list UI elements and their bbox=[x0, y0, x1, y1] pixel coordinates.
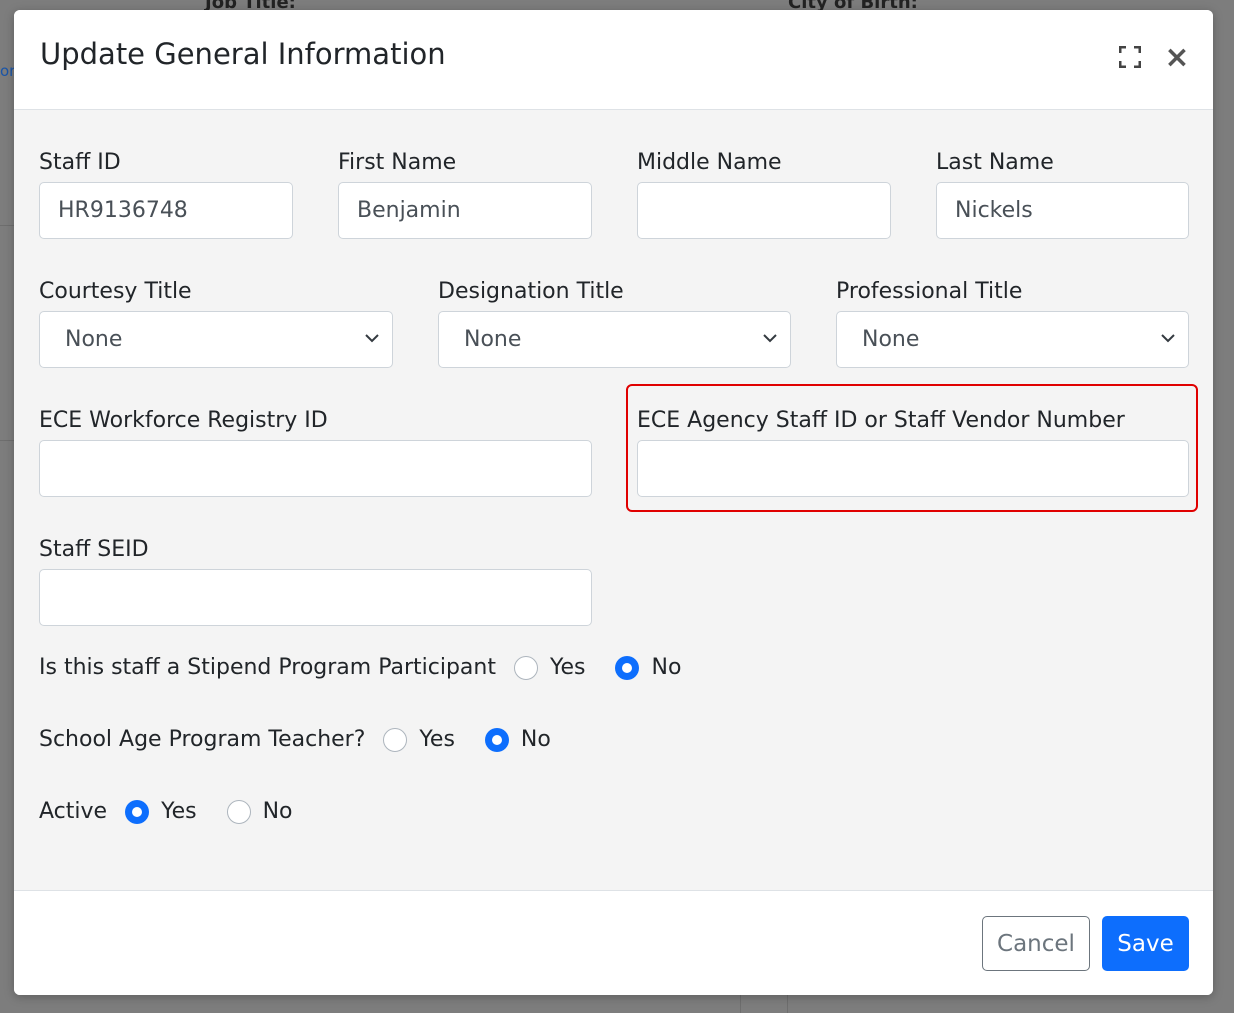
radio-checked-icon bbox=[484, 727, 509, 752]
stipend-no-label: No bbox=[651, 655, 682, 680]
radio-checked-icon bbox=[615, 655, 640, 680]
staff-seid-input[interactable] bbox=[39, 569, 592, 626]
radio-unchecked-icon bbox=[226, 799, 251, 824]
active-no-label: No bbox=[262, 799, 293, 824]
first-name-input[interactable] bbox=[338, 182, 592, 239]
courtesy-title-label: Courtesy Title bbox=[39, 279, 192, 304]
update-general-information-modal: Update General Information × Staff ID Fi… bbox=[14, 10, 1213, 995]
modal-header: Update General Information × bbox=[14, 10, 1213, 110]
ece-registry-id-input[interactable] bbox=[39, 440, 592, 497]
staff-seid-field: Staff SEID bbox=[39, 537, 149, 562]
chevron-down-icon bbox=[1161, 334, 1175, 343]
background-divider bbox=[787, 995, 788, 1013]
professional-title-value: None bbox=[862, 327, 920, 352]
middle-name-field: Middle Name bbox=[637, 150, 782, 175]
ece-registry-id-label: ECE Workforce Registry ID bbox=[39, 408, 328, 433]
ece-agency-staff-id-input[interactable] bbox=[637, 440, 1189, 497]
first-name-field: First Name bbox=[338, 150, 456, 175]
school-age-no-radio[interactable]: No bbox=[484, 727, 551, 752]
stipend-yes-label: Yes bbox=[549, 655, 586, 680]
cancel-button[interactable]: Cancel bbox=[982, 916, 1090, 971]
stipend-participant-group: Is this staff a Stipend Program Particip… bbox=[39, 655, 681, 680]
chevron-down-icon bbox=[365, 334, 379, 343]
close-button[interactable]: × bbox=[1162, 39, 1192, 75]
courtesy-title-select[interactable]: None bbox=[39, 311, 393, 368]
expand-icon bbox=[1119, 46, 1141, 68]
last-name-label: Last Name bbox=[936, 150, 1054, 175]
designation-title-select[interactable]: None bbox=[438, 311, 791, 368]
staff-seid-label: Staff SEID bbox=[39, 537, 149, 562]
designation-title-field: Designation Title bbox=[438, 279, 624, 304]
active-yes-label: Yes bbox=[161, 799, 197, 824]
courtesy-title-value: None bbox=[65, 327, 123, 352]
ece-registry-id-field: ECE Workforce Registry ID bbox=[39, 408, 328, 433]
professional-title-field: Professional Title bbox=[836, 279, 1022, 304]
courtesy-title-field: Courtesy Title bbox=[39, 279, 192, 304]
radio-checked-icon bbox=[125, 799, 150, 824]
designation-title-value: None bbox=[464, 327, 522, 352]
staff-id-field: Staff ID bbox=[39, 150, 121, 175]
background-divider bbox=[0, 440, 14, 441]
radio-unchecked-icon bbox=[383, 727, 408, 752]
staff-id-label: Staff ID bbox=[39, 150, 121, 175]
active-question: Active bbox=[39, 799, 108, 824]
designation-title-label: Designation Title bbox=[438, 279, 624, 304]
last-name-field: Last Name bbox=[936, 150, 1054, 175]
modal-title: Update General Information bbox=[40, 37, 446, 71]
school-age-teacher-group: School Age Program Teacher? Yes No bbox=[39, 727, 551, 752]
school-age-yes-radio[interactable]: Yes bbox=[383, 727, 455, 752]
expand-button[interactable] bbox=[1115, 42, 1145, 72]
background-divider bbox=[0, 225, 14, 226]
active-yes-radio[interactable]: Yes bbox=[125, 799, 197, 824]
professional-title-label: Professional Title bbox=[836, 279, 1023, 304]
ece-agency-staff-id-field: ECE Agency Staff ID or Staff Vendor Numb… bbox=[637, 408, 1125, 433]
close-icon: × bbox=[1164, 39, 1190, 75]
ece-agency-staff-id-label: ECE Agency Staff ID or Staff Vendor Numb… bbox=[637, 408, 1125, 433]
modal-body: Staff ID First Name Middle Name Last Nam… bbox=[14, 110, 1213, 890]
stipend-yes-radio[interactable]: Yes bbox=[513, 655, 586, 680]
staff-id-input[interactable] bbox=[39, 182, 293, 239]
middle-name-input[interactable] bbox=[637, 182, 891, 239]
modal-footer: Cancel Save bbox=[14, 890, 1213, 995]
last-name-input[interactable] bbox=[936, 182, 1189, 239]
stipend-participant-question: Is this staff a Stipend Program Particip… bbox=[39, 655, 496, 680]
stipend-no-radio[interactable]: No bbox=[615, 655, 681, 680]
active-no-radio[interactable]: No bbox=[226, 799, 293, 824]
radio-unchecked-icon bbox=[513, 655, 538, 680]
school-age-no-label: No bbox=[520, 727, 551, 752]
professional-title-select[interactable]: None bbox=[836, 311, 1189, 368]
school-age-yes-label: Yes bbox=[419, 727, 455, 752]
background-divider bbox=[740, 995, 741, 1013]
school-age-teacher-question: School Age Program Teacher? bbox=[39, 727, 366, 752]
save-button[interactable]: Save bbox=[1102, 916, 1189, 971]
active-group: Active Yes No bbox=[39, 799, 293, 824]
middle-name-label: Middle Name bbox=[637, 150, 782, 175]
first-name-label: First Name bbox=[338, 150, 457, 175]
chevron-down-icon bbox=[763, 334, 777, 343]
